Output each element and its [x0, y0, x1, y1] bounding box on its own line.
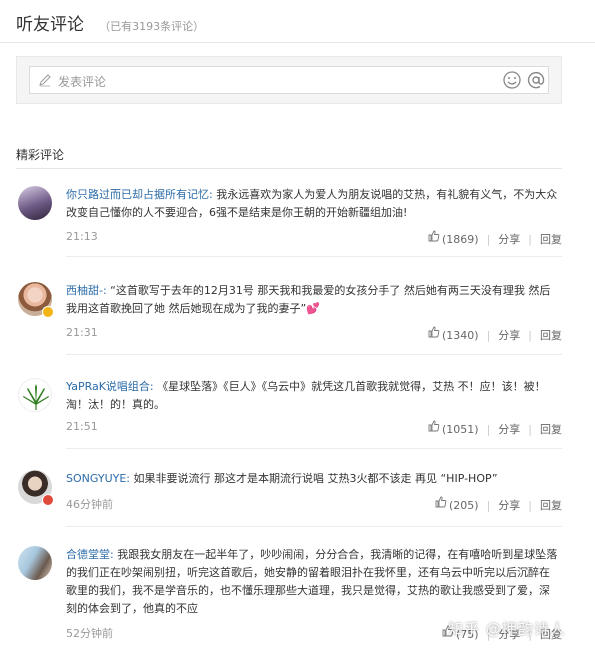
action-separator: |: [486, 232, 491, 246]
comment-body: YaPRaK说唱组合: 《星球坠落》《巨人》《乌云中》就凭这几首歌我就觉得，艾热…: [66, 378, 560, 414]
reply-button[interactable]: 回复: [540, 327, 562, 343]
comment-text: 如果非要说流行 那这才是本期流行说唱 艾热3火都不该走 再见 “HIP-HOP”: [130, 472, 498, 485]
share-button[interactable]: 分享: [498, 231, 520, 247]
comment-time: 21:31: [66, 326, 98, 339]
leaf-icon: [23, 384, 49, 410]
comment-username[interactable]: 合德堂堂:: [66, 548, 114, 561]
comment-placeholder: 发表评论: [58, 75, 107, 89]
comment-text: “这首歌写于去年的12月31号 那天我和我最爱的女孩分手了 然后她有两三天没有理…: [66, 284, 551, 315]
action-separator: |: [528, 232, 532, 246]
comment-actions: (1869) | 分享 | 回复: [428, 230, 562, 247]
comment-time: 21:51: [66, 420, 98, 433]
comment-input-box: 发表评论: [16, 56, 562, 104]
share-button[interactable]: 分享: [498, 327, 520, 343]
comment-time: 46分钟前: [66, 498, 113, 511]
comment-username[interactable]: 西柚甜-:: [66, 284, 107, 297]
action-separator: |: [528, 422, 532, 436]
comment-time: 21:13: [66, 230, 98, 243]
like-count[interactable]: (205): [449, 499, 479, 512]
action-separator: |: [528, 498, 532, 512]
reply-button[interactable]: 回复: [540, 231, 562, 247]
comment-time: 52分钟前: [66, 627, 113, 640]
at-icon[interactable]: [526, 70, 546, 90]
like-count[interactable]: (1340): [442, 329, 479, 342]
comment-count: （已有3193条评论）: [99, 20, 205, 33]
action-separator: |: [486, 422, 491, 436]
comment-username[interactable]: SONGYUYE:: [66, 472, 130, 485]
comment-actions: (1051) | 分享 | 回复: [428, 420, 562, 437]
comment-divider: [66, 256, 562, 257]
reply-button[interactable]: 回复: [540, 497, 562, 513]
like-icon[interactable]: [428, 420, 440, 432]
like-count[interactable]: (1051): [442, 423, 479, 436]
action-separator: |: [486, 498, 491, 512]
like-count[interactable]: (1869): [442, 233, 479, 246]
header: 听友评论 （已有3193条评论）: [16, 10, 204, 36]
like-icon[interactable]: [435, 496, 447, 508]
comment-body: SONGYUYE: 如果非要说流行 那这才是本期流行说唱 艾热3火都不该走 再见…: [66, 470, 560, 488]
pen-icon: [39, 74, 51, 87]
like-icon[interactable]: [428, 326, 440, 338]
vip-badge-icon: [42, 494, 54, 506]
share-button[interactable]: 分享: [498, 497, 520, 513]
avatar[interactable]: [18, 378, 52, 412]
comment-divider: [66, 526, 562, 527]
watermark: 知乎 @押韵诗人: [448, 620, 566, 638]
section-divider: [16, 168, 562, 169]
comment-body: 你只路过而已却占据所有记忆: 我永远喜欢为家人为爱人为朋友说唱的艾热，有礼貌有义…: [66, 186, 560, 222]
reply-button[interactable]: 回复: [540, 421, 562, 437]
page-title: 听友评论: [16, 15, 84, 35]
avatar[interactable]: [18, 186, 52, 220]
comment-input[interactable]: 发表评论: [29, 66, 549, 94]
vip-badge-icon: [42, 306, 54, 318]
comment-username[interactable]: 你只路过而已却占据所有记忆:: [66, 188, 213, 201]
comment-actions: (1340) | 分享 | 回复: [428, 326, 562, 343]
comment-body: 合德堂堂: 我跟我女朋友在一起半年了，吵吵闹闹，分分合合，我清晰的记得，在有嘻哈…: [66, 546, 560, 618]
header-divider: [0, 42, 595, 43]
comment-username[interactable]: YaPRaK说唱组合:: [66, 380, 154, 393]
action-separator: |: [486, 328, 491, 342]
comment-divider: [66, 354, 562, 355]
emoji-icon[interactable]: [502, 70, 522, 90]
comment-divider: [66, 448, 562, 449]
like-icon[interactable]: [428, 230, 440, 242]
comment-body: 西柚甜-: “这首歌写于去年的12月31号 那天我和我最爱的女孩分手了 然后她有…: [66, 282, 560, 318]
comment-text: 我跟我女朋友在一起半年了，吵吵闹闹，分分合合，我清晰的记得，在有嘻哈听到星球坠落…: [66, 548, 558, 615]
share-button[interactable]: 分享: [498, 421, 520, 437]
action-separator: |: [528, 328, 532, 342]
section-title: 精彩评论: [16, 148, 65, 162]
avatar[interactable]: [18, 546, 52, 580]
comment-actions: (205) | 分享 | 回复: [435, 496, 562, 513]
